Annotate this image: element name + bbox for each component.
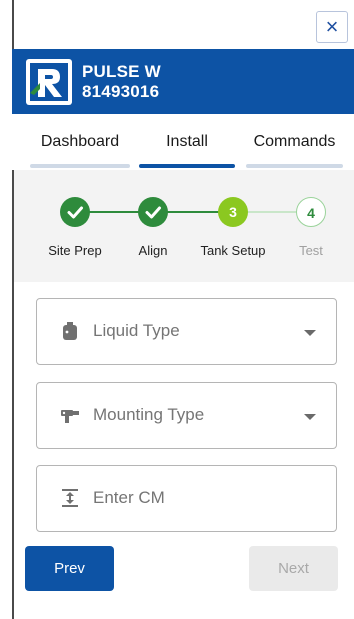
tab-underline xyxy=(246,164,343,168)
tab-dashboard[interactable]: Dashboard xyxy=(30,114,130,170)
tab-bar: Dashboard Install Commands xyxy=(12,114,354,170)
device-name: PULSE W xyxy=(82,61,161,81)
chevron-down-icon xyxy=(304,330,316,336)
tab-underline xyxy=(139,164,235,168)
device-id: 81493016 xyxy=(82,81,160,101)
next-button[interactable]: Next xyxy=(249,546,338,591)
step-site-prep[interactable] xyxy=(60,197,90,227)
tab-label: Commands xyxy=(253,133,336,150)
enter-cm-input[interactable]: Enter CM xyxy=(36,465,337,532)
close-button[interactable]: × xyxy=(316,11,348,43)
prev-button[interactable]: Prev xyxy=(25,546,114,591)
chevron-down-icon xyxy=(304,414,316,420)
tab-label: Install xyxy=(166,133,208,150)
tab-label: Dashboard xyxy=(40,133,120,150)
step-test[interactable]: 4 xyxy=(296,197,326,227)
install-stepper: 3 4 Site Prep Align Tank Setup Test xyxy=(14,170,354,282)
step-tank-setup[interactable]: 3 xyxy=(218,197,248,227)
vertical-height-icon xyxy=(62,489,78,507)
tab-install[interactable]: Install xyxy=(139,114,235,170)
liquid-type-placeholder: Liquid Type xyxy=(93,321,180,340)
step-label-tank-setup: Tank Setup xyxy=(200,243,266,258)
device-header: PULSE W 81493016 xyxy=(12,49,354,114)
step-label-align: Align xyxy=(138,243,168,258)
brand-logo xyxy=(26,58,72,105)
device-info: PULSE W 81493016 xyxy=(82,62,161,102)
tab-underline xyxy=(30,164,130,168)
mount-icon xyxy=(61,410,79,423)
enter-cm-placeholder: Enter CM xyxy=(93,488,165,507)
step-align[interactable] xyxy=(138,197,168,227)
mounting-type-placeholder: Mounting Type xyxy=(93,405,205,424)
mounting-type-select[interactable]: Mounting Type xyxy=(36,382,337,449)
step-label-site-prep: Site Prep xyxy=(48,243,102,258)
tab-commands[interactable]: Commands xyxy=(246,114,343,170)
liquid-type-select[interactable]: Liquid Type xyxy=(36,298,337,365)
check-icon xyxy=(145,206,161,219)
step-label-test: Test xyxy=(299,243,323,258)
bottle-icon xyxy=(63,322,77,340)
check-icon xyxy=(67,206,83,219)
